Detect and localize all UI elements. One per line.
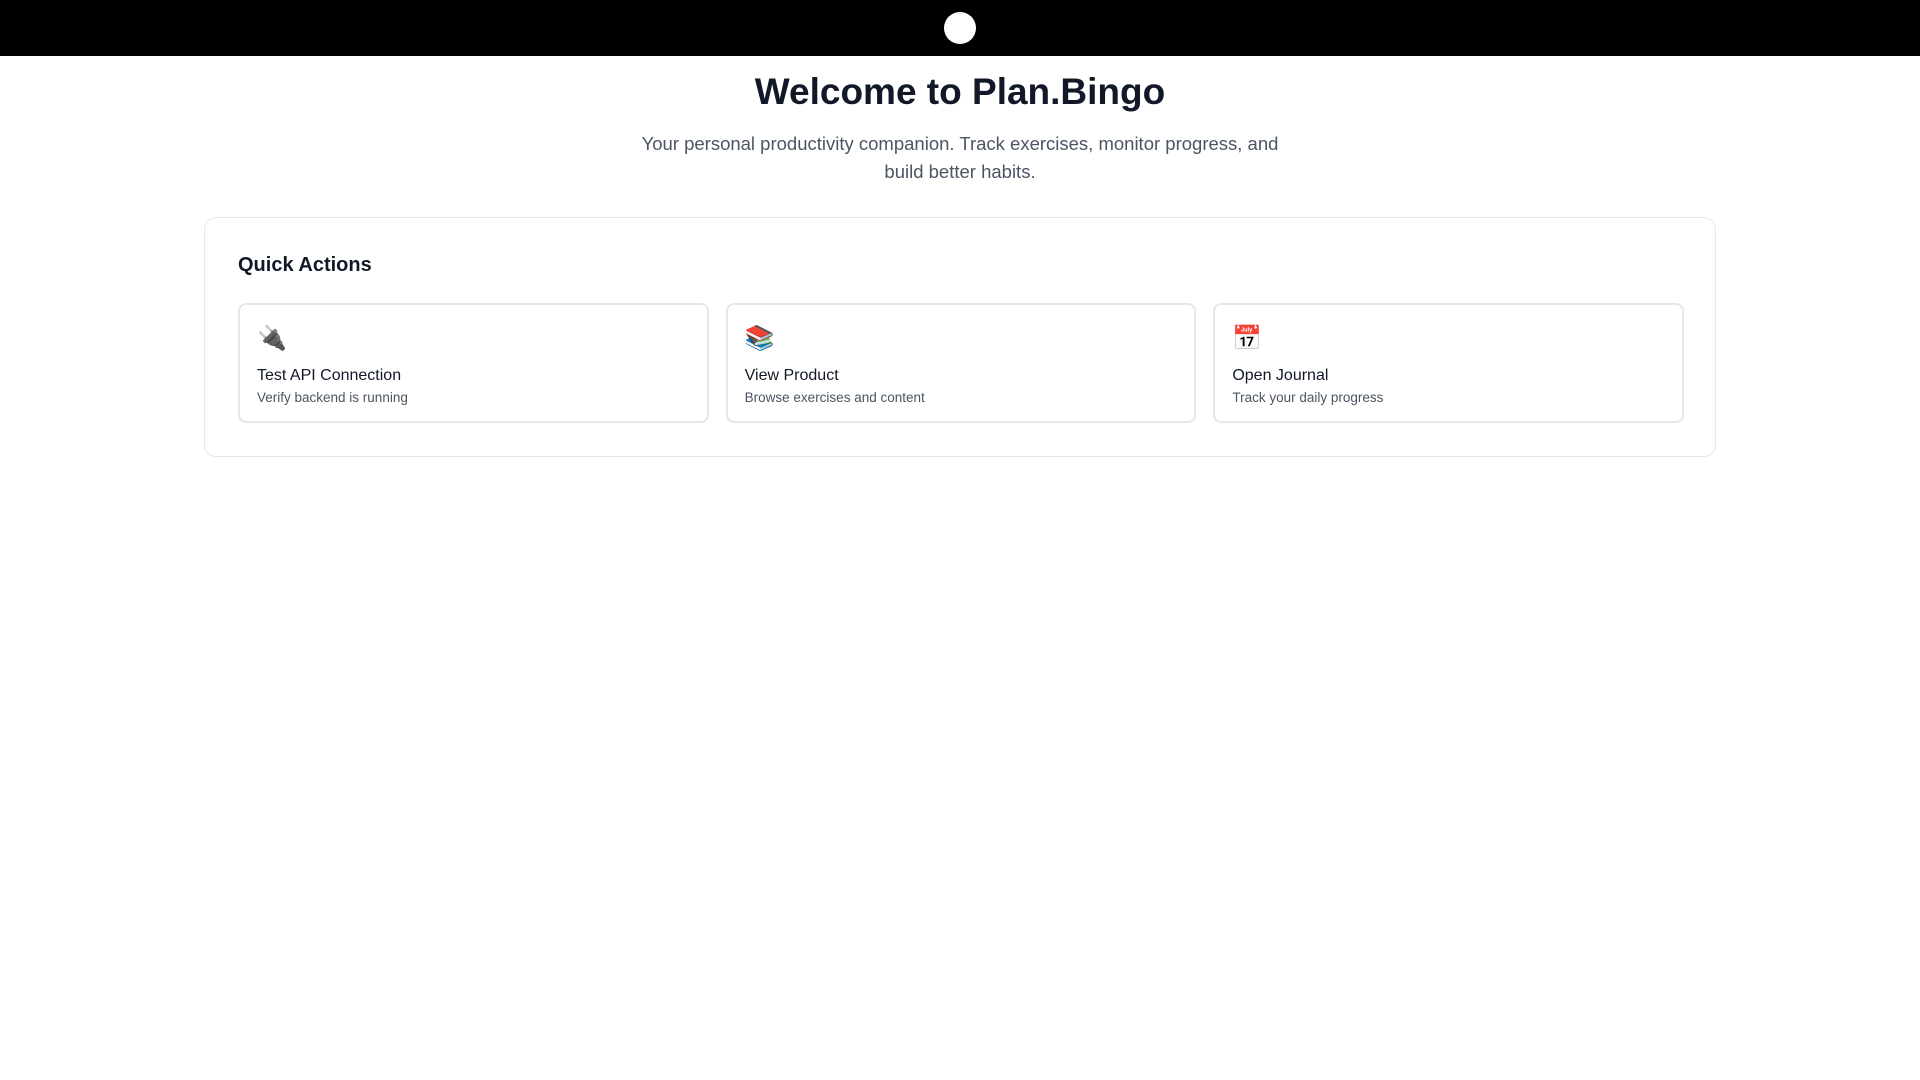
quick-actions-grid: 🔌 Test API Connection Verify backend is … bbox=[238, 303, 1684, 423]
card-description: Browse exercises and content bbox=[744, 390, 925, 405]
top-navbar bbox=[0, 0, 1920, 56]
card-title: View Product bbox=[744, 367, 839, 384]
quick-actions-heading: Quick Actions bbox=[238, 254, 372, 276]
card-description: Track your daily progress bbox=[1232, 390, 1384, 405]
card-title: Open Journal bbox=[1232, 367, 1329, 384]
calendar-icon: 📅 bbox=[1232, 324, 1263, 352]
open-journal-card[interactable]: 📅 Open Journal Track your daily progress bbox=[1213, 303, 1684, 423]
plug-icon: 🔌 bbox=[257, 324, 287, 352]
quick-actions-panel: Quick Actions 🔌 Test API Connection Veri… bbox=[204, 217, 1716, 457]
page-title: Welcome to Plan.Bingo bbox=[754, 71, 1166, 112]
card-title: Test API Connection bbox=[257, 367, 402, 384]
card-description: Verify backend is running bbox=[257, 390, 408, 405]
page-subtitle: Your personal productivity companion. Tr… bbox=[641, 133, 1279, 182]
hero-section: Welcome to Plan.Bingo Your personal prod… bbox=[0, 56, 1920, 186]
view-product-card[interactable]: 📚 View Product Browse exercises and cont… bbox=[725, 303, 1197, 423]
circle-logo-icon[interactable] bbox=[944, 12, 976, 44]
test-api-connection-card[interactable]: 🔌 Test API Connection Verify backend is … bbox=[238, 303, 709, 423]
books-icon: 📚 bbox=[744, 324, 775, 352]
